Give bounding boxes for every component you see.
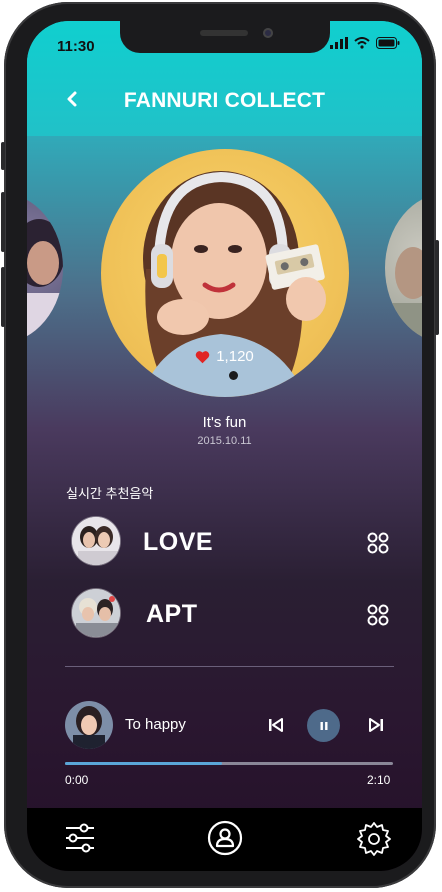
front-camera [263, 28, 273, 38]
track-thumb-apt [72, 589, 120, 637]
track-title: APT [146, 600, 198, 628]
phone-frame: 11:30 FANNURI COLLECT 1,120 It's fun 201… [1, 2, 439, 888]
mute-switch [1, 142, 5, 170]
track-avatar [72, 589, 120, 637]
pause-icon [320, 721, 327, 730]
album-art-next [385, 247, 422, 343]
featured-song-title: It's fun [202, 414, 247, 431]
carousel-prev-cover[interactable] [27, 193, 63, 343]
page-title: FANNURI COLLECT [123, 89, 326, 112]
app-screen: 11:30 FANNURI COLLECT 1,120 It's fun 201… [27, 21, 422, 871]
gear-icon [357, 822, 391, 856]
sliders-icon [66, 823, 94, 853]
battery-icon [376, 37, 400, 49]
bottom-nav [27, 808, 422, 871]
signal-icon [330, 37, 348, 49]
track-row[interactable]: APT [27, 589, 422, 641]
status-icons [330, 37, 400, 49]
track-title: LOVE [143, 528, 214, 556]
now-playing-avatar[interactable] [65, 701, 113, 749]
wifi-icon [354, 37, 370, 49]
speaker-grille [200, 30, 248, 36]
divider [65, 666, 394, 667]
status-time: 11:30 [57, 38, 95, 55]
heart-icon[interactable] [195, 350, 210, 364]
pause-button[interactable] [307, 709, 340, 742]
elapsed-time: 0:00 [65, 773, 89, 787]
progress-bar[interactable] [65, 762, 393, 765]
total-duration: 2:10 [367, 773, 391, 787]
likes-count: 1,120 [27, 348, 422, 365]
notch [120, 21, 330, 53]
track-thumb-love [72, 517, 120, 565]
skip-back-icon [269, 718, 283, 732]
now-playing-title: To happy [125, 716, 186, 733]
previous-button[interactable] [267, 716, 285, 739]
likes-value: 1,120 [216, 348, 254, 365]
recommend-section-label: 실시간 추천음악 [66, 486, 154, 501]
track-row[interactable]: LOVE [27, 517, 422, 569]
user-circle-icon [207, 820, 243, 856]
now-playing-art [65, 701, 113, 749]
track-avatar [72, 517, 120, 565]
album-art-prev [27, 219, 63, 343]
power-button [435, 240, 439, 335]
next-button[interactable] [367, 716, 385, 739]
more-options-button[interactable] [366, 603, 390, 627]
featured-release-date: 2015.10.11 [197, 435, 252, 447]
carousel-next-cover[interactable] [385, 193, 422, 343]
grid-icon [367, 532, 389, 554]
volume-down-button [1, 267, 5, 327]
grid-icon [367, 604, 389, 626]
skip-forward-icon [369, 718, 383, 732]
volume-up-button [1, 192, 5, 252]
carousel-indicator [229, 371, 238, 380]
nav-settings-button[interactable] [356, 820, 392, 856]
nav-profile-button[interactable] [207, 820, 243, 856]
progress-fill [65, 762, 223, 765]
nav-equalizer-button[interactable] [62, 820, 98, 856]
more-options-button[interactable] [366, 531, 390, 555]
